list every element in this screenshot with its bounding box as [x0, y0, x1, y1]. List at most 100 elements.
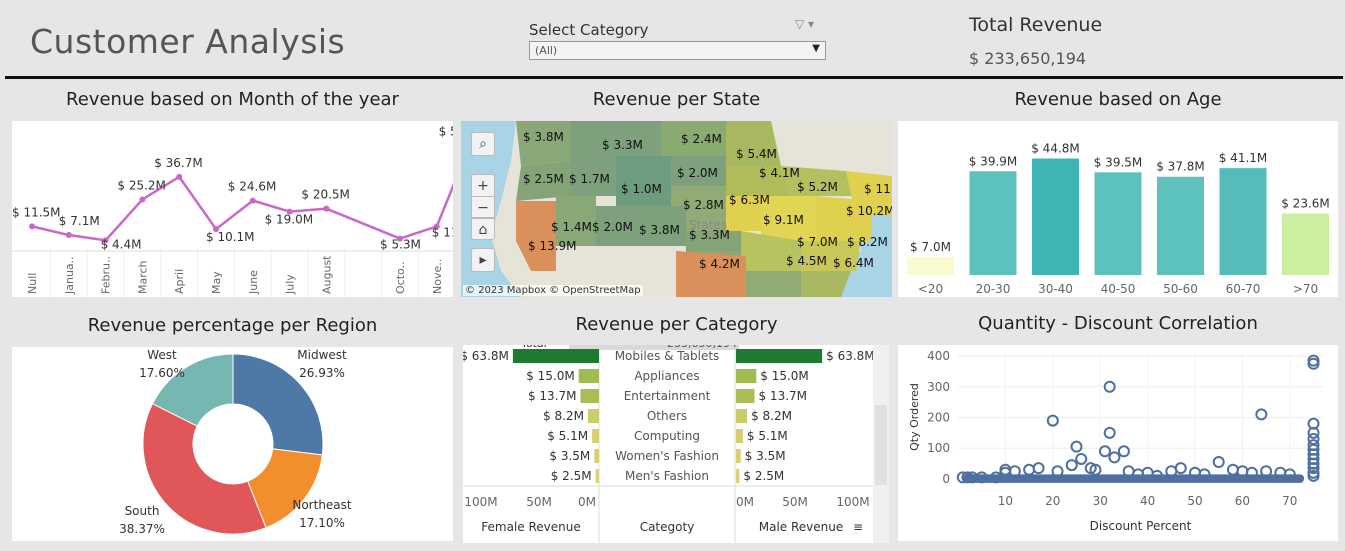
category-butterfly-chart[interactable]: Total233,650,194$ 63.8MMobiles & Tablets… — [460, 337, 875, 543]
map-state-label: $ 2.0M — [677, 166, 718, 180]
age-chart-panel: $ 7.0M <20 $ 39.9M 20-30 $ 44.8M 30-40 $ 39.5M… — [898, 121, 1338, 297]
age-bar[interactable] — [969, 171, 1017, 275]
map-state-label: $ 11. — [864, 182, 892, 196]
map-state-label: $ 1.0M — [621, 182, 662, 196]
map-state-label: $ 5.2M — [797, 180, 838, 194]
female-revenue-header[interactable]: Female Revenue — [481, 520, 580, 534]
male-revenue-bar[interactable] — [736, 369, 757, 383]
scatter-y-tick: 200 — [927, 411, 950, 425]
zoom-in-icon[interactable]: + — [471, 174, 495, 196]
month-point[interactable] — [29, 223, 35, 230]
category-select-value: (All) — [535, 44, 558, 57]
month-data-label: $ 57.7M — [439, 125, 453, 139]
female-revenue-bar[interactable] — [512, 349, 599, 363]
month-point[interactable] — [249, 197, 256, 204]
category-name: Women's Fashion — [615, 449, 719, 463]
male-revenue-bar[interactable] — [736, 429, 743, 443]
age-bar[interactable] — [1219, 168, 1267, 275]
age-data-label: $ 39.5M — [1094, 155, 1143, 169]
month-tick-label: May — [210, 271, 223, 294]
map-state-label: $ 3.8M — [639, 223, 680, 237]
male-revenue-bar[interactable] — [736, 469, 740, 483]
age-bar[interactable] — [1094, 172, 1142, 275]
month-data-label: $ 19.0M — [265, 213, 314, 227]
filter-icon[interactable]: ▽ ▾ — [795, 17, 814, 31]
map-state-label: $ 6.3M — [729, 193, 770, 207]
category-select[interactable]: (All) ▼ — [529, 41, 826, 60]
map-attribution[interactable]: © 2023 Mapbox © OpenStreetMap — [463, 285, 643, 296]
correlation-scatter-chart[interactable]: 0 100 200 300 400 10 20 30 40 50 60 70 Discount Perc… — [898, 345, 1338, 541]
map-state-label: $ 1.7M — [569, 172, 610, 186]
scatter-point[interactable] — [1108, 451, 1121, 464]
play-icon[interactable]: ▸ — [471, 248, 495, 272]
correlation-chart-panel: 0 100 200 300 400 10 20 30 40 50 60 70 Discount Perc… — [898, 345, 1338, 541]
region-slice[interactable] — [142, 402, 267, 535]
male-revenue-label: $ 3.5M — [745, 449, 786, 463]
month-data-label: $ 11.5M — [432, 225, 453, 239]
scatter-point[interactable] — [1070, 440, 1083, 453]
month-point[interactable] — [176, 173, 183, 180]
age-bar[interactable] — [1032, 158, 1079, 275]
category-scrollbar-thumb[interactable] — [875, 405, 887, 485]
category-scrollbar[interactable] — [873, 345, 889, 543]
month-line-chart[interactable]: $ 11.5M$ 7.1M$ 4.4M$ 25.2M$ 36.7M$ 10.1M… — [12, 121, 493, 297]
male-revenue-header[interactable]: Male Revenue — [759, 520, 844, 534]
age-bar[interactable] — [1157, 176, 1204, 275]
home-icon[interactable]: ⌂ — [471, 218, 495, 240]
month-point[interactable] — [323, 205, 330, 212]
scatter-y-label: Qty Ordered — [908, 383, 921, 451]
female-revenue-bar[interactable] — [580, 389, 599, 403]
scatter-point[interactable] — [1075, 452, 1088, 465]
sort-icon[interactable]: ≡ — [853, 520, 863, 534]
scatter-x-tick: 20 — [1045, 494, 1060, 508]
search-icon[interactable]: ⌕ — [471, 132, 495, 156]
month-panel-title: Revenue based on Month of the year — [66, 89, 399, 110]
male-revenue-label: $ 8.2M — [751, 409, 792, 423]
male-revenue-bar[interactable] — [736, 409, 748, 423]
age-bar-chart[interactable]: $ 7.0M <20 $ 39.9M 20-30 $ 44.8M 30-40 $ 39.5M… — [898, 121, 1338, 297]
scatter-point[interactable] — [1212, 456, 1225, 469]
zoom-out-icon[interactable]: − — [471, 196, 495, 218]
female-revenue-bar[interactable] — [594, 449, 599, 463]
female-revenue-bar[interactable] — [592, 429, 599, 443]
category-name: Others — [647, 409, 687, 423]
age-data-label: $ 23.6M — [1281, 197, 1330, 211]
state-map-panel[interactable]: $ 3.8M $ 3.3M $ 2.4M $ 5.4M $ 2.5M $ 1.7M $ 1.… — [461, 121, 892, 297]
scatter-point[interactable] — [1103, 426, 1116, 439]
female-revenue-label: $ 3.5M — [549, 449, 590, 463]
category-table-panel: Total233,650,194$ 63.8MMobiles & Tablets… — [460, 337, 875, 543]
month-point[interactable] — [65, 232, 72, 239]
scatter-point[interactable] — [1226, 463, 1239, 476]
state-region[interactable] — [616, 156, 671, 206]
scatter-y-tick: 0 — [942, 472, 950, 486]
month-point[interactable] — [139, 196, 146, 203]
age-tick-label: 20-30 — [976, 282, 1011, 296]
male-revenue-bar[interactable] — [736, 349, 823, 363]
month-tick-label: Nove.. — [431, 259, 444, 294]
scatter-point[interactable] — [1065, 459, 1078, 472]
female-revenue-bar[interactable] — [587, 409, 599, 423]
scatter-point[interactable] — [1023, 463, 1036, 476]
age-bar[interactable] — [907, 256, 954, 275]
female-revenue-bar[interactable] — [595, 469, 599, 483]
region-donut-chart[interactable]: Midwest 26.93% Northeast 17.10% South 38.37% W… — [12, 347, 453, 541]
state-region[interactable] — [746, 271, 801, 297]
map-state-label: $ 10.2M — [846, 204, 892, 218]
category-header[interactable]: Categoty — [640, 520, 695, 534]
month-data-label: $ 24.6M — [228, 180, 277, 194]
male-axis-tick: 100M — [836, 495, 869, 509]
scatter-point[interactable] — [1174, 462, 1187, 475]
header-divider — [5, 76, 1343, 79]
scatter-x-tick: 40 — [1140, 494, 1155, 508]
age-tick-label: 40-50 — [1101, 282, 1136, 296]
scatter-x-tick: 50 — [1187, 494, 1202, 508]
month-tick-label: August — [320, 255, 333, 294]
state-map[interactable]: $ 3.8M $ 3.3M $ 2.4M $ 5.4M $ 2.5M $ 1.7M $ 1.… — [461, 121, 892, 297]
age-bar[interactable] — [1282, 213, 1329, 275]
female-revenue-bar[interactable] — [578, 369, 599, 383]
scatter-point[interactable] — [1032, 462, 1045, 475]
female-axis-tick: 50M — [526, 495, 552, 509]
month-tick-label: March — [136, 260, 149, 294]
male-revenue-bar[interactable] — [736, 449, 741, 463]
male-revenue-bar[interactable] — [736, 389, 755, 403]
